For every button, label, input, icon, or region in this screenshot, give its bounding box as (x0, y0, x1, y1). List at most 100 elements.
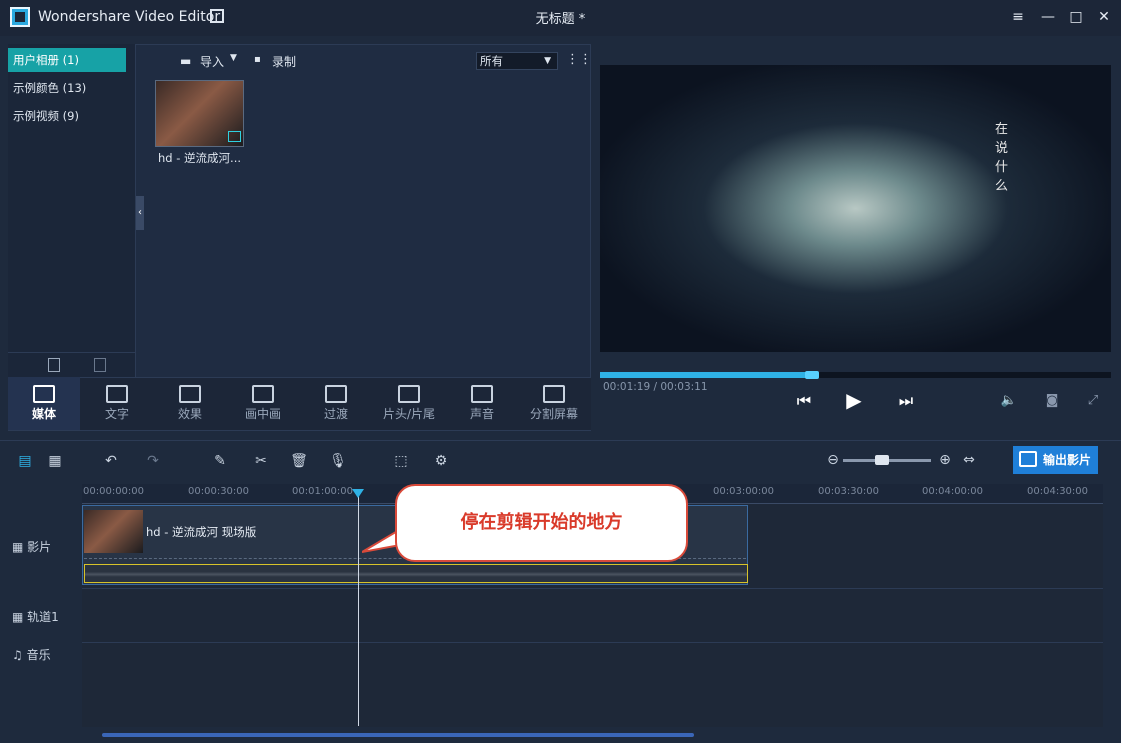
tab-text[interactable]: 文字 (81, 377, 153, 430)
track-header-video: ▦ 影片 (12, 538, 51, 555)
split-screen-icon (543, 385, 565, 403)
ruler-tick: 00:03:30:00 (818, 486, 880, 497)
next-frame-icon[interactable]: ⏭ (891, 389, 921, 413)
film-icon: ▦ (12, 540, 28, 554)
tab-sound[interactable]: 声音 (446, 377, 518, 430)
tab-media[interactable]: 媒体 (8, 377, 80, 430)
music-icon: ♫ (12, 648, 27, 662)
track-label: 音乐 (26, 648, 51, 662)
settings-icon[interactable]: ⚙ (430, 451, 452, 471)
filter-value: 所有 (480, 54, 503, 68)
tab-transition[interactable]: 过渡 (300, 377, 372, 430)
video-caption: 在说什么 (995, 122, 1009, 194)
storyboard-view-icon[interactable]: ▦ (44, 451, 66, 471)
record-icon: ▪ (254, 54, 261, 65)
track-header-overlay: ▦ 轨道1 (12, 608, 59, 625)
zoom-out-icon[interactable]: ⊖ (822, 450, 844, 470)
track-label: 轨道1 (27, 610, 59, 624)
playback-progress-handle[interactable] (805, 371, 819, 379)
tab-split-screen-label: 分割屏幕 (529, 407, 578, 421)
track-divider (82, 642, 1103, 643)
volume-icon[interactable]: 🔈 (994, 389, 1024, 413)
video-type-icon (228, 131, 241, 142)
voiceover-icon[interactable]: 🎙 (327, 451, 349, 471)
playback-progress-fill (600, 372, 810, 378)
track-header-music: ♫ 音乐 (12, 646, 51, 663)
ruler-tick: 00:04:00:00 (922, 486, 984, 497)
close-button[interactable]: ✕ (1092, 6, 1116, 28)
tab-effects[interactable]: 效果 (154, 377, 226, 430)
snapshot-icon[interactable]: ◙ (1037, 389, 1067, 413)
video-preview (600, 65, 1111, 352)
track-divider (82, 588, 1103, 589)
tab-media-label: 媒体 (31, 407, 56, 421)
ruler-tick: 00:03:00:00 (713, 486, 775, 497)
export-button[interactable]: 输出影片 (1013, 446, 1098, 474)
clip-title: hd - 逆流成河 现场版 (146, 525, 257, 539)
tab-pip-label: 画中画 (244, 407, 281, 421)
album-item-colors[interactable]: 示例颜色 (13) (8, 76, 126, 100)
transition-icon (325, 385, 347, 403)
album-actions (8, 352, 136, 377)
zoom-in-icon[interactable]: ⊕ (934, 450, 956, 470)
folder-icon: ▬ (180, 54, 192, 68)
album-item-user[interactable]: 用户相册 (1) (8, 48, 126, 72)
text-icon (106, 385, 128, 403)
delete-album-icon[interactable] (94, 358, 106, 372)
maximize-button[interactable]: □ (1064, 6, 1088, 28)
menu-button[interactable]: ≡ (1006, 6, 1030, 28)
edit-clip-icon[interactable]: ✎ (209, 451, 231, 471)
undo-icon[interactable]: ↶ (100, 451, 122, 471)
tab-split-screen[interactable]: 分割屏幕 (518, 377, 590, 430)
media-item-label: hd - 逆流成河... (158, 151, 242, 165)
previous-frame-icon[interactable]: ⏮ (789, 389, 819, 413)
document-title: 无标题 * (535, 12, 586, 27)
effects-icon (179, 385, 201, 403)
pip-icon (252, 385, 274, 403)
delete-icon[interactable]: 🗑 (288, 451, 310, 471)
media-icon (33, 385, 55, 403)
zoom-slider-knob[interactable] (875, 455, 889, 465)
export-icon (1019, 451, 1037, 467)
fullscreen-icon[interactable]: ⤢ (1078, 389, 1108, 413)
export-label: 输出影片 (1043, 453, 1092, 467)
sort-icon[interactable]: ⋮⋮ (566, 52, 592, 67)
crop-icon[interactable]: ⬚ (390, 451, 412, 471)
media-filter-select[interactable]: 所有 ▼ (476, 52, 558, 70)
playhead-line[interactable] (358, 496, 359, 726)
ruler-tick: 00:00:30:00 (188, 486, 250, 497)
tab-intro-credit-label: 片头/片尾 (382, 407, 436, 421)
intro-credit-icon (398, 385, 420, 403)
playhead-marker[interactable] (352, 489, 364, 498)
tab-intro-credit[interactable]: 片头/片尾 (373, 377, 445, 430)
tab-sound-label: 声音 (469, 407, 494, 421)
sound-icon (471, 385, 493, 403)
clip-thumbnail (84, 510, 143, 553)
add-album-icon[interactable] (48, 358, 60, 372)
tab-effects-label: 效果 (177, 407, 202, 421)
media-thumbnail[interactable] (155, 80, 244, 147)
annotation-callout: 停在剪辑开始的地方 (395, 484, 688, 562)
import-dropdown-icon[interactable]: ▼ (230, 53, 237, 63)
fit-timeline-icon[interactable]: ⇔ (958, 450, 980, 470)
timeline-horizontal-scrollbar[interactable] (102, 733, 694, 737)
tab-text-label: 文字 (104, 407, 129, 421)
import-button[interactable]: 导入 (200, 53, 224, 70)
tab-pip[interactable]: 画中画 (227, 377, 299, 430)
ruler-tick: 00:00:00:00 (83, 486, 145, 497)
album-item-videos[interactable]: 示例视频 (9) (8, 104, 126, 128)
tab-transition-label: 过渡 (323, 407, 348, 421)
playback-timecode: 00:01:19 / 00:03:11 (603, 381, 708, 393)
collapse-panel-button[interactable]: ‹ (136, 196, 144, 230)
ruler-tick: 00:04:30:00 (1027, 486, 1089, 497)
minimize-button[interactable]: — (1036, 6, 1060, 28)
split-icon[interactable]: ✂ (250, 451, 272, 471)
play-icon[interactable]: ▶ (839, 388, 869, 412)
chevron-down-icon: ▼ (544, 56, 551, 66)
ruler-tick: 00:01:00:00 (292, 486, 354, 497)
redo-icon[interactable]: ↷ (142, 451, 164, 471)
record-button[interactable]: 录制 (272, 53, 296, 70)
timeline-view-icon[interactable]: ▤ (14, 451, 36, 471)
clip-audio-waveform[interactable] (84, 564, 748, 583)
overlay-track-icon: ▦ (12, 610, 28, 624)
